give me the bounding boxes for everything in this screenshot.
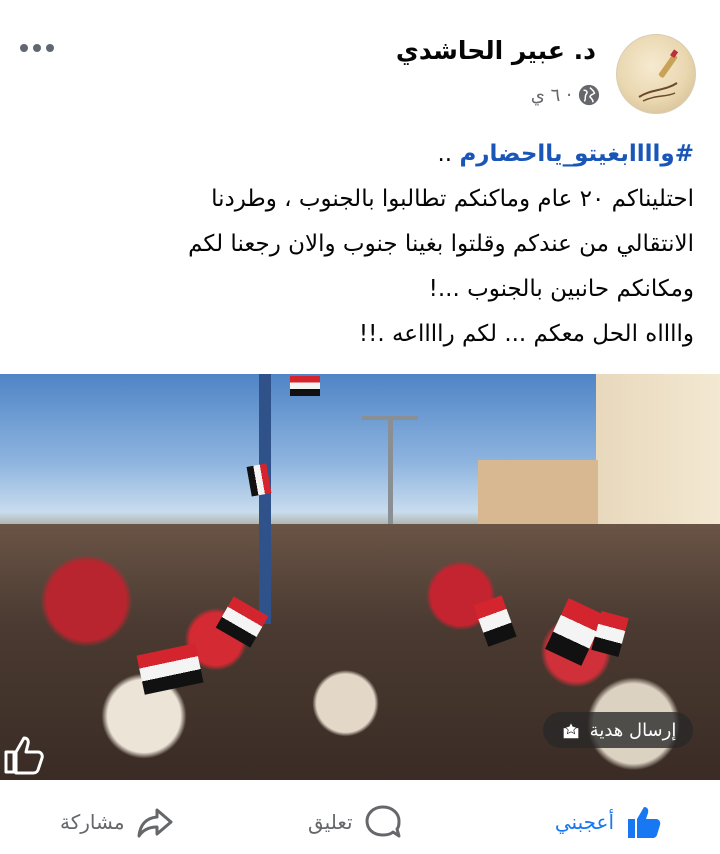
globe-icon: [578, 84, 600, 106]
avatar-artwork-icon: [638, 49, 679, 102]
like-button[interactable]: أعجبني: [555, 800, 664, 844]
dot: [33, 44, 41, 52]
more-options-icon[interactable]: [20, 36, 60, 60]
like-label: أعجبني: [554, 810, 614, 834]
post-line-4: وااااه الحل معكم ... لكم رااااعه .!!: [358, 321, 694, 347]
author-name[interactable]: د. عبير الحاشدي: [396, 36, 596, 65]
post-body: #واااابغيتو_يااحضارم .. احتليناكم ٢٠ عام…: [14, 132, 694, 357]
thumbs-up-outline-icon[interactable]: [0, 730, 48, 778]
thumbs-up-icon: [628, 807, 661, 838]
timestamp[interactable]: ٦ ي: [531, 85, 560, 106]
comment-label: تعليق: [308, 810, 353, 834]
share-arrow-icon: [137, 808, 173, 838]
hashtag-line: #واااابغيتو_يااحضارم ..: [14, 132, 695, 177]
hashtag-link[interactable]: #واااابغيتو_يااحضارم: [459, 141, 694, 167]
post-line-2: الانتقالي من عندكم وقلتوا بغينا جنوب وال…: [188, 231, 694, 257]
send-gift-button[interactable]: إرسال هدية: [543, 712, 693, 748]
share-label: مشاركة: [60, 810, 125, 834]
comment-bubble-icon: [365, 805, 401, 838]
post-line-1: احتليناكم ٢٠ عام وماكنكم تطالبوا بالجنوب…: [211, 186, 694, 212]
flag: [290, 376, 320, 396]
share-button[interactable]: مشاركة: [60, 800, 175, 844]
gift-sparkle-icon: [563, 721, 579, 739]
post-meta: ٦ ي ·: [531, 82, 600, 108]
dot: [20, 44, 28, 52]
separator: ·: [566, 84, 572, 106]
post-line-3: ومكانكم حانبين بالجنوب ...!: [428, 276, 694, 302]
post-actions: أعجبني تعليق مشاركة: [0, 790, 720, 854]
dot: [46, 44, 54, 52]
avatar[interactable]: [616, 34, 696, 114]
hashtag-suffix: ..: [437, 141, 453, 167]
comment-button[interactable]: تعليق: [308, 800, 403, 844]
flag-pole: [259, 374, 271, 624]
send-gift-label: إرسال هدية: [589, 719, 677, 741]
